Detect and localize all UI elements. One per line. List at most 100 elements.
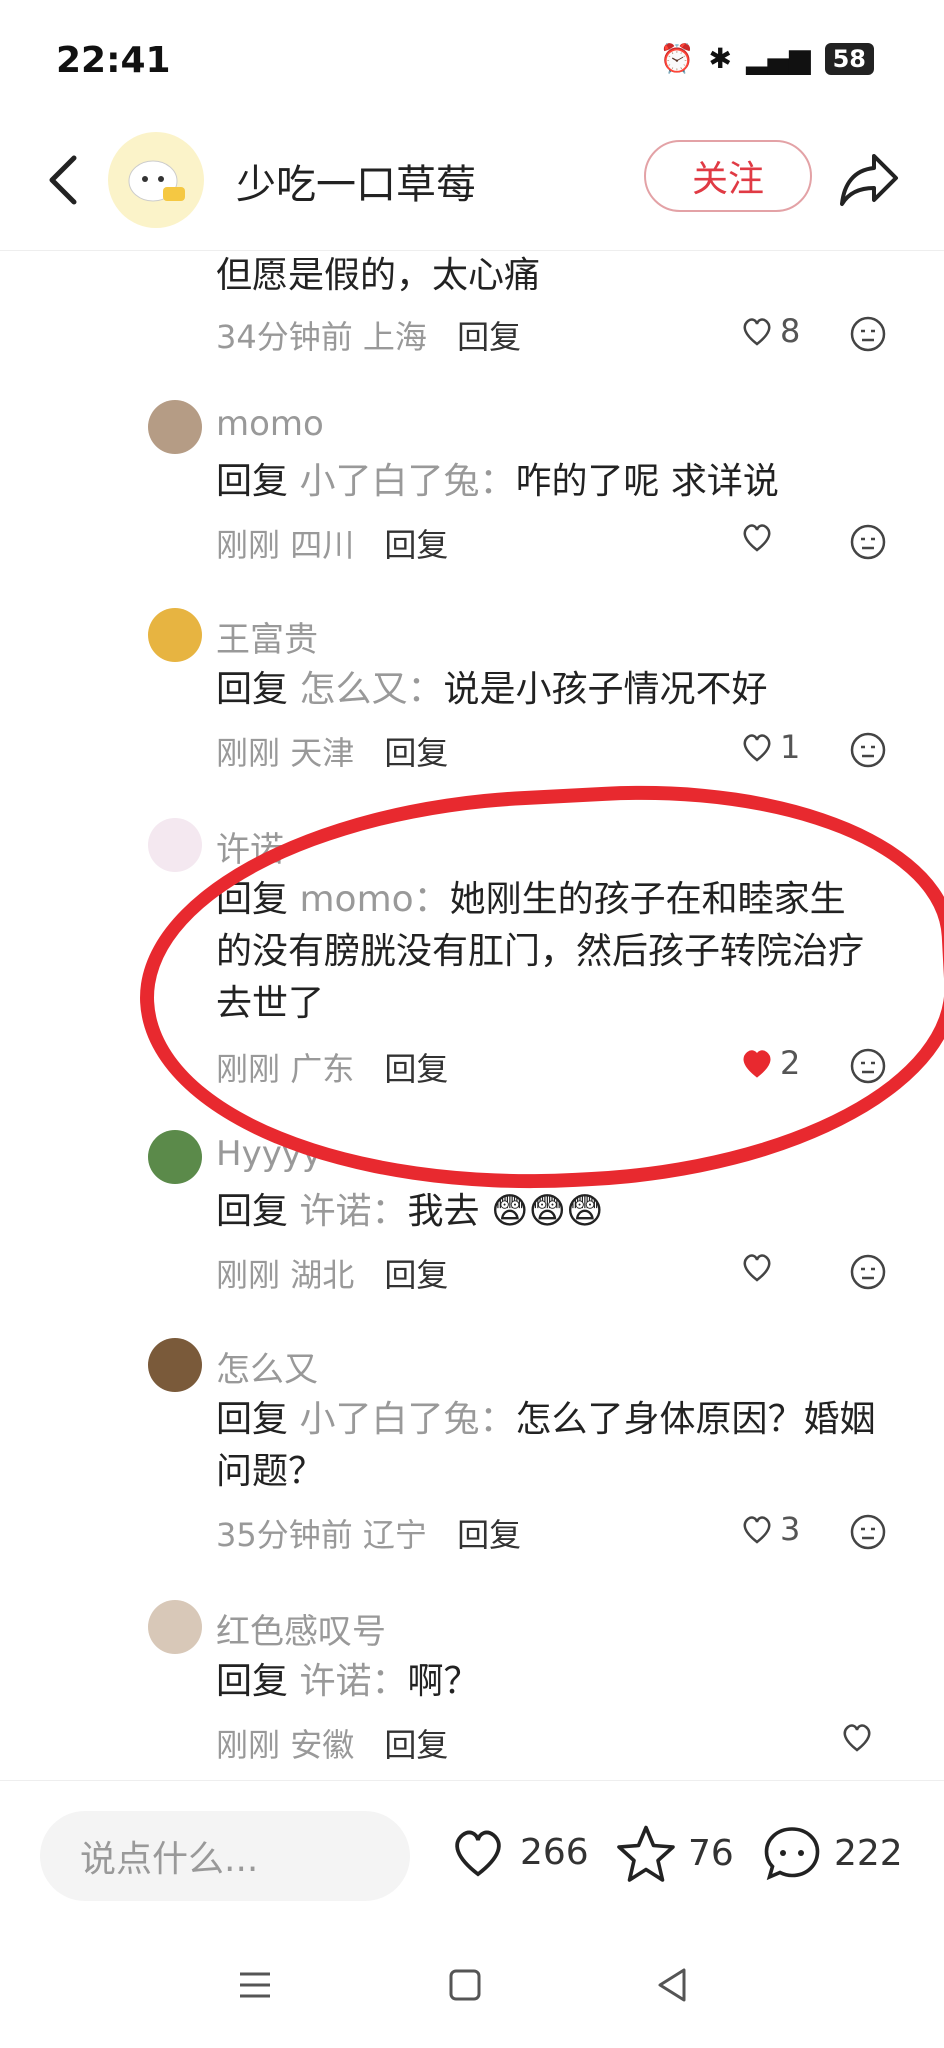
user-name[interactable]: 许诺 xyxy=(216,822,284,871)
heart-icon xyxy=(743,1050,771,1078)
like-post-count: 266 xyxy=(520,1831,589,1873)
like-button[interactable]: 2 xyxy=(740,1044,800,1082)
like-count: 3 xyxy=(780,1510,801,1548)
user-name[interactable]: momo xyxy=(216,404,324,444)
comment-meta: 刚刚 安徽 回复 xyxy=(216,1720,448,1766)
reply-button[interactable]: 回复 xyxy=(384,1726,448,1764)
author-avatar[interactable] xyxy=(108,132,204,228)
user-name[interactable]: Hyyyy xyxy=(216,1134,322,1174)
user-avatar[interactable] xyxy=(148,1338,202,1392)
comment-location: 天津 xyxy=(290,734,355,772)
reply-prefix: 回复 xyxy=(216,1399,289,1440)
reply-prefix: 回复 xyxy=(216,1661,289,1702)
comment-body: 说是小孩子情况不好 xyxy=(443,669,768,710)
reply-button[interactable]: 回复 xyxy=(457,318,521,356)
reply-button[interactable]: 回复 xyxy=(384,734,448,772)
like-count: 1 xyxy=(780,728,801,766)
like-button[interactable]: 1 xyxy=(740,728,800,766)
emoji-reaction-icon[interactable] xyxy=(850,1254,886,1290)
user-avatar[interactable] xyxy=(148,400,202,454)
comment-text: 回复 小了白了兔：咋的了呢 求详说 xyxy=(216,456,876,508)
emoji-reaction-icon[interactable] xyxy=(850,1048,886,1084)
cat-icon xyxy=(128,160,185,202)
home-icon[interactable] xyxy=(440,1960,490,2010)
favorite-button[interactable]: 76 xyxy=(614,1823,734,1883)
reply-button[interactable]: 回复 xyxy=(384,1050,448,1088)
reply-button[interactable]: 回复 xyxy=(384,526,448,564)
heart-icon xyxy=(743,524,771,552)
user-avatar[interactable] xyxy=(148,818,202,872)
comment-time: 刚刚 xyxy=(216,526,281,564)
comment-meta: 34分钟前 上海 回复 xyxy=(216,312,521,358)
user-name[interactable]: 怎么又 xyxy=(216,1342,318,1391)
like-button[interactable] xyxy=(740,520,780,554)
reply-to[interactable]: 怎么又： xyxy=(299,669,443,710)
bluetooth-icon: ✱ xyxy=(708,42,732,75)
share-icon[interactable] xyxy=(836,146,900,210)
comment-text: 回复 许诺：我去 😨😨😨 xyxy=(216,1186,876,1238)
user-avatar[interactable] xyxy=(148,608,202,662)
heart-icon xyxy=(743,318,771,346)
user-name[interactable]: 王富贵 xyxy=(216,612,318,661)
system-nav-bar xyxy=(0,1920,944,2048)
user-name[interactable]: 红色感叹号 xyxy=(216,1604,386,1653)
comment-time: 刚刚 xyxy=(216,1256,281,1294)
status-icons: ⏰ ✱ ▂▄▆ 58 xyxy=(660,42,874,75)
like-button[interactable]: 8 xyxy=(740,312,800,350)
reply-button[interactable]: 回复 xyxy=(384,1256,448,1294)
like-post-button[interactable]: 266 xyxy=(446,1823,589,1881)
like-button[interactable]: 3 xyxy=(740,1510,800,1548)
comment-location: 四川 xyxy=(290,526,355,564)
comment-meta: 刚刚 天津 回复 xyxy=(216,728,448,774)
comment-time: 34分钟前 xyxy=(216,318,353,356)
menu-icon[interactable] xyxy=(230,1960,280,2010)
status-bar: 22:41 ⏰ ✱ ▂▄▆ 58 xyxy=(0,0,944,120)
battery-icon: 58 xyxy=(824,42,874,75)
emoji-reaction-icon[interactable] xyxy=(850,1514,886,1550)
reply-prefix: 回复 xyxy=(216,461,289,502)
reply-prefix: 回复 xyxy=(216,1191,289,1232)
like-count: 8 xyxy=(780,312,801,350)
user-avatar[interactable] xyxy=(148,1130,202,1184)
emoji-reaction-icon[interactable] xyxy=(850,732,886,768)
comment-text: 但愿是假的，太心痛 xyxy=(216,255,541,296)
heart-icon xyxy=(743,1516,771,1544)
comment-body: 咋的了呢 求详说 xyxy=(515,461,779,502)
back-nav-icon[interactable] xyxy=(648,1960,698,2010)
comment-location: 广东 xyxy=(290,1050,355,1088)
status-time: 22:41 xyxy=(56,40,171,81)
author-name[interactable]: 少吃一口草莓 xyxy=(236,152,476,210)
comment-bubble-icon xyxy=(764,1827,820,1881)
emoji-reaction-icon[interactable] xyxy=(850,316,886,352)
reply-to[interactable]: 许诺： xyxy=(299,1661,407,1702)
comment-meta: 35分钟前 辽宁 回复 xyxy=(216,1510,521,1556)
like-button[interactable] xyxy=(740,1250,780,1284)
like-button[interactable] xyxy=(840,1720,874,1754)
like-count: 2 xyxy=(780,1044,801,1082)
comments-list[interactable]: 但愿是假的，太心痛 34分钟前 上海 回复 8 momo 回复 小了白了兔：咋的… xyxy=(0,250,944,1780)
comment-count: 222 xyxy=(834,1832,903,1874)
reply-button[interactable]: 回复 xyxy=(457,1516,521,1554)
comment-input[interactable]: 说点什么... xyxy=(40,1811,410,1901)
reply-to[interactable]: 小了白了兔： xyxy=(299,461,515,502)
heart-icon xyxy=(455,1830,501,1877)
comment-time: 刚刚 xyxy=(216,734,281,772)
reply-to[interactable]: 小了白了兔： xyxy=(299,1399,515,1440)
alarm-icon: ⏰ xyxy=(659,42,695,75)
star-icon xyxy=(617,1825,675,1882)
reply-to[interactable]: momo： xyxy=(299,879,449,920)
emoji-reaction-icon[interactable] xyxy=(850,524,886,560)
favorite-count: 76 xyxy=(688,1832,734,1874)
reply-prefix: 回复 xyxy=(216,879,289,920)
reply-to[interactable]: 许诺： xyxy=(299,1191,407,1232)
comment-button[interactable]: 222 xyxy=(760,1823,903,1883)
follow-button[interactable]: 关注 xyxy=(644,140,812,212)
comment-meta: 刚刚 广东 回复 xyxy=(216,1044,448,1090)
reply-prefix: 回复 xyxy=(216,669,289,710)
sad-emoji-icon: 😨😨😨 xyxy=(490,1191,604,1232)
comment-location: 上海 xyxy=(362,318,427,356)
comment-location: 安徽 xyxy=(290,1726,355,1764)
user-avatar[interactable] xyxy=(148,1600,202,1654)
back-icon[interactable] xyxy=(40,150,90,210)
heart-icon xyxy=(743,1254,771,1282)
